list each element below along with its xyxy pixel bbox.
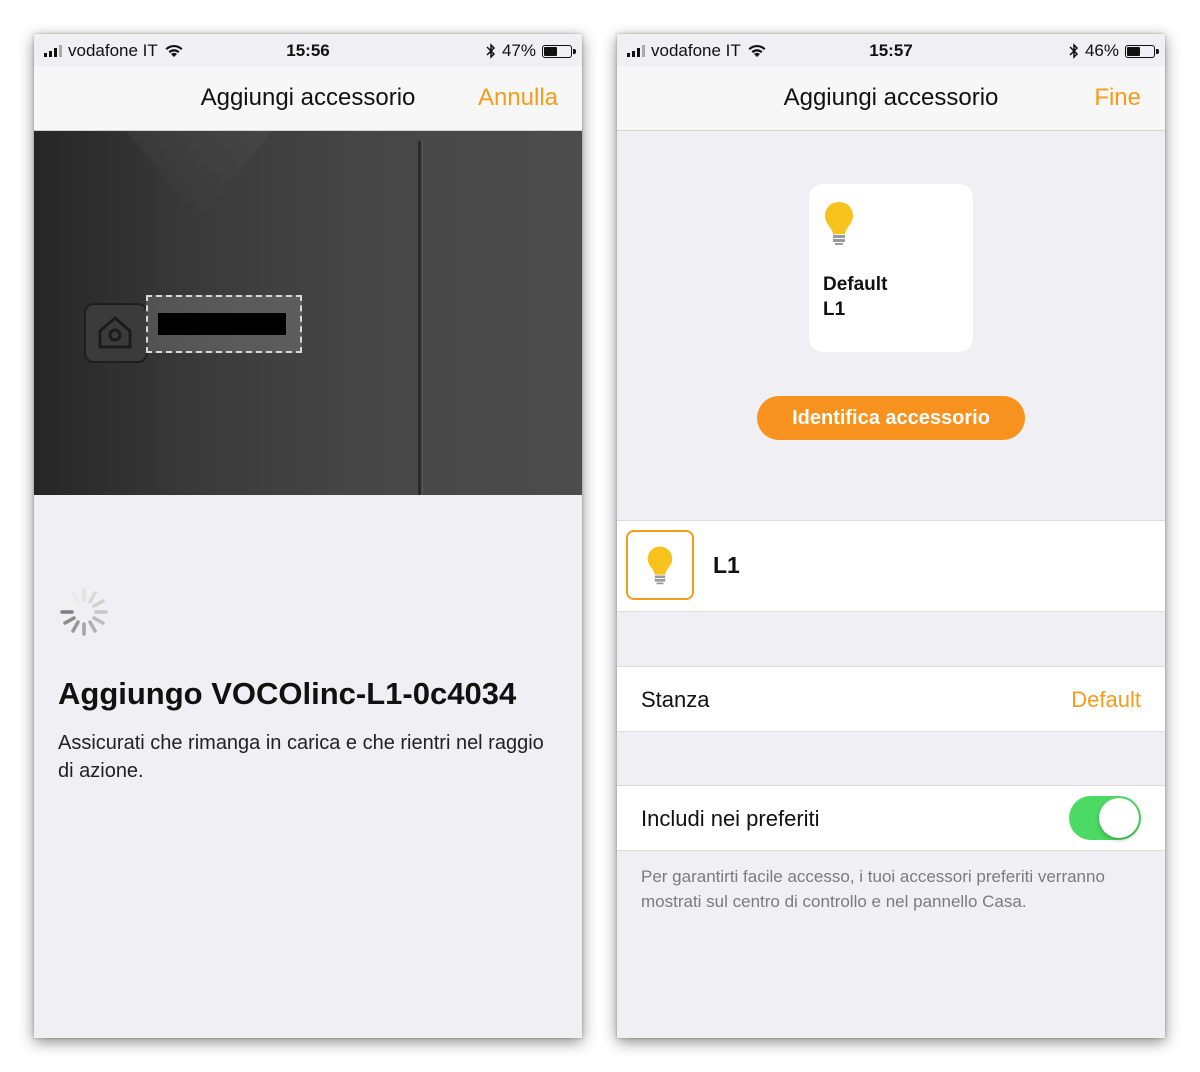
- camera-viewfinder: [34, 131, 582, 495]
- loading-spinner-icon: [60, 588, 108, 636]
- accessory-tile[interactable]: Default L1: [809, 184, 973, 352]
- camera-background-shape: [94, 131, 304, 221]
- toggle-knob: [1099, 798, 1139, 838]
- battery-icon: [1125, 44, 1159, 58]
- battery-tip: [1156, 48, 1159, 54]
- favorites-row: Includi nei preferiti: [617, 785, 1165, 851]
- battery-percent: 47%: [501, 41, 536, 60]
- battery-fill: [544, 46, 558, 56]
- accessory-name-row[interactable]: L1: [617, 520, 1165, 612]
- navigation-bar: Aggiungi accessorio Fine: [617, 66, 1165, 131]
- status-right-group: 47%: [486, 41, 576, 61]
- nav-title: Aggiungi accessorio: [783, 84, 999, 111]
- accessory-name-field[interactable]: L1: [713, 552, 740, 579]
- battery-icon: [542, 44, 576, 58]
- battery-fill: [1127, 46, 1140, 56]
- lightbulb-icon: [825, 202, 853, 245]
- favorites-label: Includi nei preferiti: [641, 806, 820, 831]
- accessory-icon-picker[interactable]: [626, 530, 694, 600]
- status-bar: vodafone IT 15:56 47%: [34, 34, 582, 66]
- accessory-tile-name: L1: [823, 299, 846, 320]
- navigation-bar: Aggiungi accessorio Annulla: [34, 66, 582, 131]
- accessory-tile-room: Default: [823, 274, 888, 295]
- status-right-group: 46%: [1069, 41, 1159, 61]
- cancel-button[interactable]: Annulla: [478, 84, 558, 112]
- lightbulb-icon: [647, 546, 673, 585]
- camera-edge-line: [418, 141, 421, 495]
- phone-screen-adding: vodafone IT 15:56 47% Aggiungi accessori…: [34, 34, 582, 1038]
- favorites-toggle[interactable]: [1069, 796, 1141, 840]
- bluetooth-icon: [486, 43, 496, 59]
- adding-accessory-description: Assicurati che rimanga in carica e che r…: [58, 732, 544, 782]
- identify-accessory-button[interactable]: Identifica accessorio: [757, 396, 1025, 440]
- room-row[interactable]: Stanza Default: [617, 666, 1165, 732]
- status-bar: vodafone IT 15:57 46%: [617, 34, 1165, 66]
- camera-edge-highlight: [422, 141, 423, 495]
- home-tag-icon: [84, 303, 148, 363]
- phone-screen-configure: vodafone IT 15:57 46% Aggiungi accessori…: [617, 34, 1165, 1038]
- done-button[interactable]: Fine: [1094, 84, 1141, 112]
- room-label: Stanza: [641, 687, 710, 712]
- code-scan-frame: [146, 295, 302, 353]
- adding-accessory-title: Aggiungo VOCOlinc-L1-0c4034: [58, 676, 517, 711]
- favorites-footnote: Per garantirti facile accesso, i tuoi ac…: [641, 867, 1105, 911]
- room-value[interactable]: Default: [1071, 687, 1141, 713]
- battery-percent: 46%: [1084, 41, 1119, 60]
- bluetooth-icon: [1069, 43, 1079, 59]
- battery-tip: [573, 48, 576, 54]
- accessory-tile-label: Default L1: [823, 272, 887, 322]
- redacted-code: [158, 313, 286, 335]
